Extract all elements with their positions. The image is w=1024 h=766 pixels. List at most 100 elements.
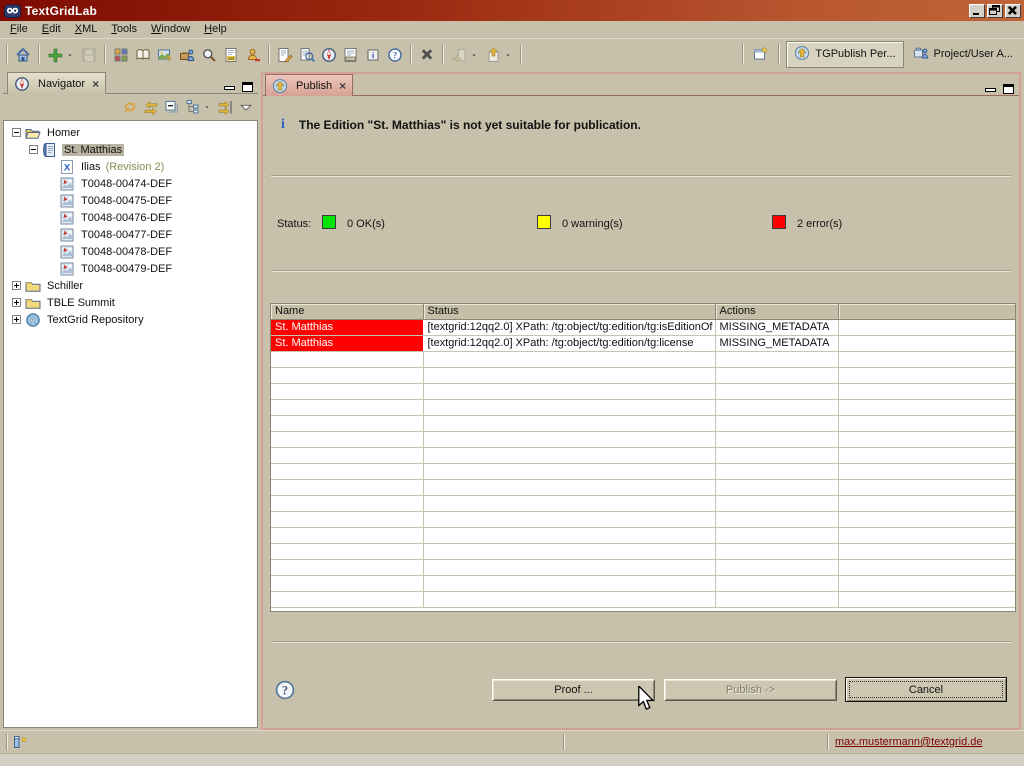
column-header[interactable]: Actions xyxy=(715,304,838,319)
menu-bar: FileEditXMLToolsWindowHelp xyxy=(0,21,1024,38)
open-tiles-icon[interactable] xyxy=(110,44,132,66)
home-icon[interactable] xyxy=(12,44,34,66)
dropdown-arrow-dropdown-icon[interactable] xyxy=(66,44,78,66)
tree-item-textgrid-repository[interactable]: RTextGrid Repository xyxy=(4,311,257,328)
navigator-compass-icon[interactable] xyxy=(318,44,340,66)
tree-item-t0048-00479-def[interactable]: T0048-00479-DEF xyxy=(4,260,257,277)
info-icon[interactable]: i xyxy=(362,44,384,66)
dropdown-arrow-dropdown-icon[interactable] xyxy=(504,44,516,66)
minimize-view-button[interactable] xyxy=(984,83,998,95)
minimize-window-button[interactable] xyxy=(969,4,985,18)
xml-editor-icon[interactable]: xml xyxy=(220,44,242,66)
error-row[interactable]: St. Matthias[textgrid:12qq2.0] XPath: /t… xyxy=(271,335,1015,351)
status-square-warning xyxy=(537,215,551,229)
export-icon[interactable] xyxy=(482,44,504,66)
maximize-view-button[interactable] xyxy=(241,81,255,93)
restore-window-button[interactable] xyxy=(987,4,1003,18)
toolbar-separator xyxy=(442,45,444,65)
menu-edit[interactable]: Edit xyxy=(36,22,69,37)
user-session-icon[interactable] xyxy=(242,44,264,66)
view-menu-icon[interactable] xyxy=(236,96,256,118)
perspective-switcher: TGPublish Per...Project/User A... xyxy=(738,41,1020,67)
separator xyxy=(271,270,1011,272)
tree-item-t0048-00478-def[interactable]: T0048-00478-DEF xyxy=(4,243,257,260)
tree-item-t0048-00477-def[interactable]: T0048-00477-DEF xyxy=(4,226,257,243)
open-perspective-icon[interactable] xyxy=(750,43,772,65)
toolbar-separator xyxy=(520,45,522,65)
cancel-button[interactable]: Cancel xyxy=(845,677,1007,702)
svg-text:?: ? xyxy=(393,50,398,60)
tree-item-t0048-00475-def[interactable]: T0048-00475-DEF xyxy=(4,192,257,209)
help-icon[interactable]: ? xyxy=(384,44,406,66)
perspective-tab-project-user[interactable]: Project/User A... xyxy=(906,42,1020,67)
tree-item-ilias[interactable]: XIlias(Revision 2) xyxy=(4,158,257,175)
svg-text:X: X xyxy=(64,162,71,173)
fast-view-icon[interactable] xyxy=(12,734,29,750)
refresh-icon[interactable] xyxy=(120,96,140,118)
tree-item-t0048-00474-def[interactable]: T0048-00474-DEF xyxy=(4,175,257,192)
swap-revisions-icon[interactable] xyxy=(141,96,161,118)
tree-item-schiller[interactable]: Schiller xyxy=(4,277,257,294)
publish-tab-row: Publish × xyxy=(263,74,1019,96)
menu-help[interactable]: Help xyxy=(198,22,235,37)
menu-window[interactable]: Window xyxy=(145,22,198,37)
search-results-icon[interactable] xyxy=(296,44,318,66)
column-header[interactable]: Status xyxy=(423,304,715,319)
statusbar-separator xyxy=(827,734,829,750)
aggregation-icon[interactable] xyxy=(176,44,198,66)
tree-item-homer[interactable]: Homer xyxy=(4,124,257,141)
minimize-view-button[interactable] xyxy=(223,81,237,93)
menu-xml[interactable]: XML xyxy=(69,22,106,37)
empty-row xyxy=(271,575,1015,591)
help-icon[interactable]: ? xyxy=(275,680,295,700)
navigator-tree: HomerSt. MatthiasXIlias(Revision 2)T0048… xyxy=(3,120,258,728)
folder-open-icon xyxy=(25,125,41,141)
status-square-error xyxy=(772,215,786,229)
new-object-icon[interactable] xyxy=(44,44,66,66)
close-window-button[interactable] xyxy=(1005,4,1021,18)
perspective-tab-tgpublish[interactable]: TGPublish Per... xyxy=(786,41,903,68)
tree-item-t0048-00476-def[interactable]: T0048-00476-DEF xyxy=(4,209,257,226)
tree-item-st-matthias[interactable]: St. Matthias xyxy=(4,141,257,158)
empty-row xyxy=(271,511,1015,527)
tree-mode-icon[interactable] xyxy=(183,96,203,118)
open-book-icon[interactable] xyxy=(132,44,154,66)
status-square-ok xyxy=(322,215,336,229)
column-header[interactable]: Name xyxy=(271,304,423,319)
validation-table[interactable]: NameStatusActionsSt. Matthias[textgrid:1… xyxy=(270,303,1016,612)
navigator-tab-row: Navigator × xyxy=(3,72,258,94)
image-file-icon xyxy=(59,176,75,192)
status-count-ok: 0 OK(s) xyxy=(347,218,385,230)
menu-file[interactable]: File xyxy=(4,22,36,37)
image-link-icon[interactable] xyxy=(154,44,176,66)
logged-in-user-link[interactable]: max.mustermann@textgrid.de xyxy=(835,736,983,748)
proof-button[interactable]: Proof ... xyxy=(492,679,655,701)
publish-tab[interactable]: Publish × xyxy=(265,74,353,96)
cell-name: St. Matthias xyxy=(271,319,423,335)
error-row[interactable]: St. Matthias[textgrid:12qq2.0] XPath: /t… xyxy=(271,319,1015,335)
navigator-tab[interactable]: Navigator × xyxy=(7,72,106,94)
tree-dropdown-icon[interactable] xyxy=(204,96,214,118)
table-header-row[interactable]: NameStatusActions xyxy=(271,304,1015,319)
collapse-all-icon[interactable] xyxy=(162,96,182,118)
close-publish-icon[interactable]: × xyxy=(339,81,346,91)
column-header[interactable] xyxy=(838,304,1015,319)
link-editor-icon[interactable] xyxy=(215,96,235,118)
title-bar[interactable]: TextGridLab xyxy=(0,0,1024,21)
close-navigator-icon[interactable]: × xyxy=(92,79,99,89)
dropdown-arrow-dropdown-icon[interactable] xyxy=(470,44,482,66)
delete-icon[interactable] xyxy=(416,44,438,66)
repository-icon: R xyxy=(25,312,41,328)
search-icon[interactable] xyxy=(198,44,220,66)
status-count-error: 2 error(s) xyxy=(797,218,842,230)
metadata-editor-icon[interactable] xyxy=(340,44,362,66)
import-icon[interactable] xyxy=(448,44,470,66)
save-icon[interactable] xyxy=(78,44,100,66)
maximize-view-button[interactable] xyxy=(1002,83,1016,95)
cell-actions: MISSING_METADATA xyxy=(715,319,838,335)
revision-suffix: (Revision 2) xyxy=(106,161,165,173)
publish-button[interactable]: Publish -> xyxy=(664,679,837,701)
text-editor-icon[interactable] xyxy=(274,44,296,66)
tree-item-tble-summit[interactable]: TBLE Summit xyxy=(4,294,257,311)
menu-tools[interactable]: Tools xyxy=(105,22,145,37)
